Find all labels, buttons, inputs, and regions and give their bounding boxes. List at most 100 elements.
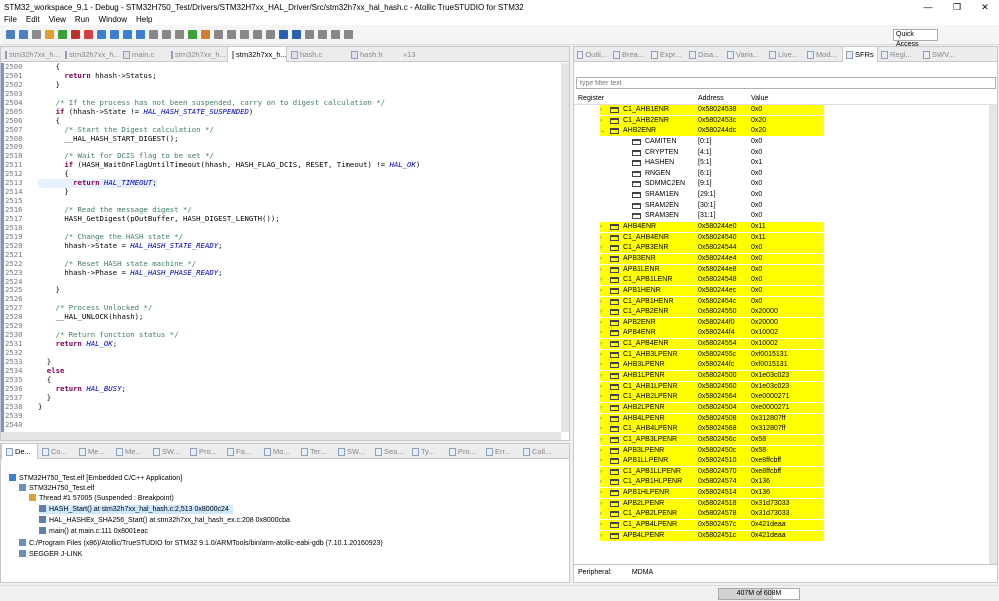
expand-icon[interactable]: › xyxy=(600,531,602,542)
debug-tab[interactable]: Mo... xyxy=(260,444,297,459)
sfr-row[interactable]: CRYPTEN [4:1] 0x0 xyxy=(574,148,997,159)
toolbar-icon[interactable] xyxy=(136,30,145,39)
expand-icon[interactable]: › xyxy=(600,243,602,254)
expand-icon[interactable]: › xyxy=(600,233,602,244)
expand-icon[interactable]: › xyxy=(600,318,602,329)
expand-icon[interactable]: › xyxy=(600,350,602,361)
sfr-row[interactable]: ⌄ AHB2ENR 0x580244dc 0x20 xyxy=(574,126,997,137)
debug-tree-item[interactable]: main() at main.c:111 0x8001eac xyxy=(39,527,148,536)
expand-icon[interactable]: › xyxy=(600,467,602,478)
expand-icon[interactable]: › xyxy=(600,254,602,265)
code-line[interactable]: 2528 __HAL_UNLOCK(hhash); xyxy=(1,312,561,322)
sfr-row[interactable]: › C1_AHB1ENR 0x58024538 0x0 xyxy=(574,105,997,116)
editor-tab[interactable]: hash.c xyxy=(287,47,347,62)
code-line[interactable]: 2505 if (hhash->State != HAL_HASH_STATE_… xyxy=(1,107,561,117)
debug-tab[interactable]: Fa... xyxy=(223,444,260,459)
sfr-row[interactable]: › APB1LLPENR 0x58024510 0xe8ffcbff xyxy=(574,456,997,467)
toolbar-icon[interactable] xyxy=(214,30,223,39)
debug-tree-item[interactable]: STM32H750_Test.elf xyxy=(19,484,94,493)
expand-icon[interactable]: › xyxy=(600,116,602,127)
debug-tab[interactable]: SW... xyxy=(334,444,371,459)
debug-tab[interactable]: Me... xyxy=(112,444,149,459)
sfr-row[interactable]: › AHB4ENR 0x580244e0 0x11 xyxy=(574,222,997,233)
sfr-row[interactable]: HASHEN [5:1] 0x1 xyxy=(574,158,997,169)
menu-file[interactable]: File xyxy=(0,14,22,25)
toolbar-icon[interactable] xyxy=(32,30,41,39)
code-line[interactable]: 2508 __HAL_HASH_START_DIGEST(); xyxy=(1,134,561,144)
debug-tab[interactable]: Pro... xyxy=(186,444,223,459)
editor-vscrollbar[interactable] xyxy=(561,63,569,432)
toolbar-icon[interactable] xyxy=(240,30,249,39)
sfr-row[interactable]: › APB1HENR 0x580244ec 0x0 xyxy=(574,285,997,297)
sfr-row[interactable]: › C1_APB4LPENR 0x5802457c 0x421deaa xyxy=(574,519,997,531)
expand-icon[interactable]: ⌄ xyxy=(600,126,605,137)
expand-icon[interactable]: › xyxy=(600,499,602,510)
toolbar-icon[interactable] xyxy=(19,30,28,39)
col-value[interactable]: Value xyxy=(751,93,768,105)
expand-icon[interactable]: › xyxy=(600,435,602,446)
toolbar-icon[interactable] xyxy=(110,30,119,39)
debug-tree-item[interactable]: HASH_Start() at stm32h7xx_hal_hash.c:2,5… xyxy=(39,505,233,514)
sfr-row[interactable]: › APB3LPENR 0x5802450c 0x58 xyxy=(574,445,997,457)
code-line[interactable]: 2517 HASH_GetDigest(pOutBuffer, HASH_DIG… xyxy=(1,214,561,224)
debug-tree-item[interactable]: STM32H750_Test.elf [Embedded C/C++ Appli… xyxy=(9,474,182,483)
code-line[interactable]: 2534 else xyxy=(1,366,561,376)
editor-tab[interactable]: hash.h xyxy=(347,47,399,62)
sfr-row[interactable]: › APB2ENR 0x580244f0 0x20000 xyxy=(574,317,997,329)
toolbar-icon[interactable] xyxy=(266,30,275,39)
debug-tree-item[interactable]: Thread #1 57005 (Suspended : Breakpoint) xyxy=(29,494,174,503)
sfr-vscrollbar[interactable] xyxy=(989,105,997,564)
debug-tab[interactable]: Sea... xyxy=(371,444,408,459)
sfr-row[interactable]: › C1_AHB4LPENR 0x58024568 0x312807ff xyxy=(574,424,997,435)
sfr-row[interactable]: › AHB1LPENR 0x58024500 0x1e03c023 xyxy=(574,371,997,382)
sfr-row[interactable]: › APB1LENR 0x580244e8 0x0 xyxy=(574,264,997,276)
editor-tab[interactable]: stm32h7xx_h... xyxy=(227,47,287,62)
toolbar-icon[interactable] xyxy=(149,30,158,39)
toolbar-icon[interactable] xyxy=(253,30,262,39)
toolbar-icon[interactable] xyxy=(344,30,353,39)
code-line[interactable]: 2524 xyxy=(1,277,561,287)
toolbar-icon[interactable] xyxy=(318,30,327,39)
sfr-row[interactable]: › AHB3LPENR 0x580244fc 0xf0015131 xyxy=(574,360,997,371)
right-tab[interactable]: Brea... xyxy=(610,47,648,62)
expand-icon[interactable]: › xyxy=(600,275,602,286)
toolbar-icon[interactable] xyxy=(123,30,132,39)
expand-icon[interactable]: › xyxy=(600,488,602,499)
expand-icon[interactable]: › xyxy=(600,360,602,371)
sfr-row[interactable]: SRAM1EN [29:1] 0x0 xyxy=(574,190,997,201)
col-register[interactable]: Register xyxy=(578,93,604,105)
expand-icon[interactable]: › xyxy=(600,105,602,116)
code-line[interactable]: 2525 } xyxy=(1,285,561,295)
code-line[interactable]: 2533 } xyxy=(1,357,561,367)
code-line[interactable]: 2520 hhash->State = HAL_HASH_STATE_READY… xyxy=(1,241,561,251)
maximize-button[interactable]: ❐ xyxy=(943,0,971,14)
toolbar-icon[interactable] xyxy=(331,30,340,39)
debug-tab[interactable]: SW... xyxy=(149,444,186,459)
sfr-row[interactable]: › C1_APB2LPENR 0x58024578 0x31d73033 xyxy=(574,509,997,520)
toolbar-icon[interactable] xyxy=(58,30,67,39)
sfr-row[interactable]: › C1_AHB4ENR 0x58024540 0x11 xyxy=(574,232,997,244)
expand-icon[interactable]: › xyxy=(600,382,602,393)
code-line[interactable]: 2537 } xyxy=(1,393,561,403)
sfr-row[interactable]: RNGEN [6:1] 0x0 xyxy=(574,169,997,180)
expand-icon[interactable]: › xyxy=(600,456,602,467)
editor-tab[interactable]: stm32h7xx_h... xyxy=(61,47,119,62)
right-tab[interactable]: Outli... xyxy=(574,47,610,62)
code-line[interactable]: 2502 } xyxy=(1,80,561,90)
editor-tab[interactable]: »13 xyxy=(399,47,429,62)
toolbar-icon[interactable] xyxy=(175,30,184,39)
toolbar-icon[interactable] xyxy=(279,30,288,39)
toolbar-icon[interactable] xyxy=(162,30,171,39)
sfr-row[interactable]: CAMITEN [0:1] 0x0 xyxy=(574,137,997,148)
sfr-row[interactable]: › C1_AHB3LPENR 0x5802455c 0xf0015131 xyxy=(574,349,997,361)
debug-tree-item[interactable]: SEGGER J-LINK xyxy=(19,550,82,559)
minimize-button[interactable]: — xyxy=(914,0,942,14)
menu-edit[interactable]: Edit xyxy=(22,14,45,25)
sfr-row[interactable]: › APB3ENR 0x580244e4 0x0 xyxy=(574,253,997,265)
sfr-row[interactable]: › C1_APB2ENR 0x58024550 0x20000 xyxy=(574,307,997,318)
code-line[interactable]: 2523 hhash->Phase = HAL_HASH_PHASE_READY… xyxy=(1,268,561,278)
expand-icon[interactable]: › xyxy=(600,520,602,531)
sfr-row[interactable]: SDMMC2EN [9:1] 0x0 xyxy=(574,179,997,190)
code-line[interactable]: 2538} xyxy=(1,402,561,412)
sfr-row[interactable]: › APB4ENR 0x580244f4 0x10002 xyxy=(574,328,997,339)
